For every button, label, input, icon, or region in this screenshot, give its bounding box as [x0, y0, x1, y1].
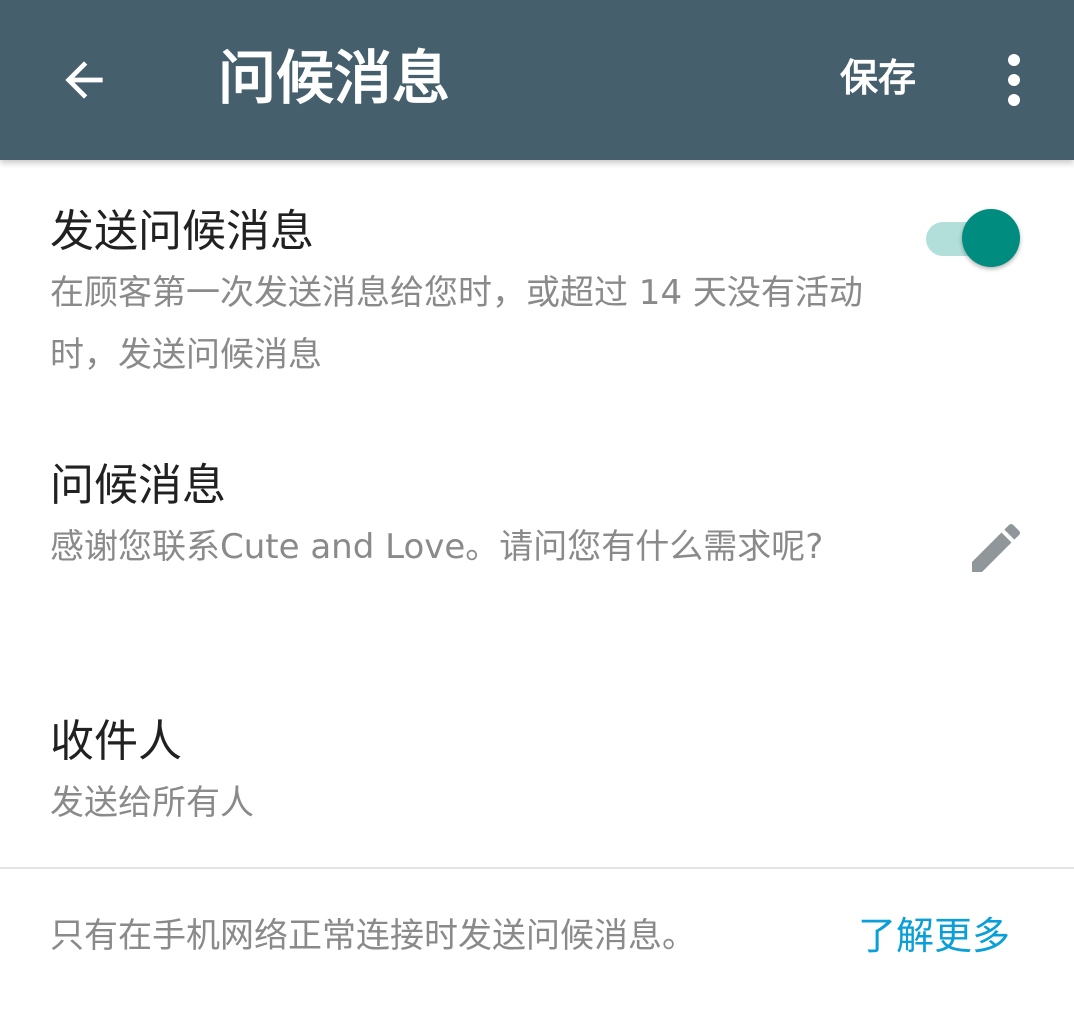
recipients-setting[interactable]: 收件人 发送给所有人 — [0, 690, 1074, 860]
recipients-value: 发送给所有人 — [50, 783, 254, 823]
send-greeting-toggle[interactable] — [926, 208, 1026, 268]
more-vertical-icon — [1008, 54, 1020, 106]
send-greeting-title: 发送问候消息 — [50, 206, 314, 257]
toggle-thumb — [962, 209, 1020, 267]
send-greeting-description: 在顾客第一次发送消息给您时，或超过 14 天没有活动时，发送问候消息 — [50, 273, 863, 375]
greeting-message-title: 问候消息 — [50, 460, 226, 511]
greeting-message-setting[interactable]: 问候消息 感谢您联系Cute and Love。请问您有什么需求呢? — [0, 440, 1074, 660]
send-greeting-setting[interactable]: 发送问候消息 在顾客第一次发送消息给您时，或超过 14 天没有活动时，发送问候消… — [0, 160, 1074, 410]
page-title: 问候消息 — [218, 44, 451, 112]
divider — [0, 867, 1074, 869]
arrow-back-icon — [65, 61, 103, 99]
greeting-message-text: 感谢您联系Cute and Love。请问您有什么需求呢? — [50, 527, 824, 567]
save-button[interactable]: 保存 — [830, 48, 926, 108]
edit-greeting-button[interactable] — [958, 510, 1034, 586]
overflow-menu-button[interactable] — [984, 36, 1044, 124]
footer-note: 只有在手机网络正常连接时发送问候消息。 — [50, 916, 696, 956]
pencil-icon — [972, 523, 1021, 572]
back-button[interactable] — [40, 36, 128, 124]
app-bar: 问候消息 保存 — [0, 0, 1074, 160]
learn-more-link[interactable]: 了解更多 — [858, 906, 1010, 966]
recipients-title: 收件人 — [50, 716, 182, 767]
